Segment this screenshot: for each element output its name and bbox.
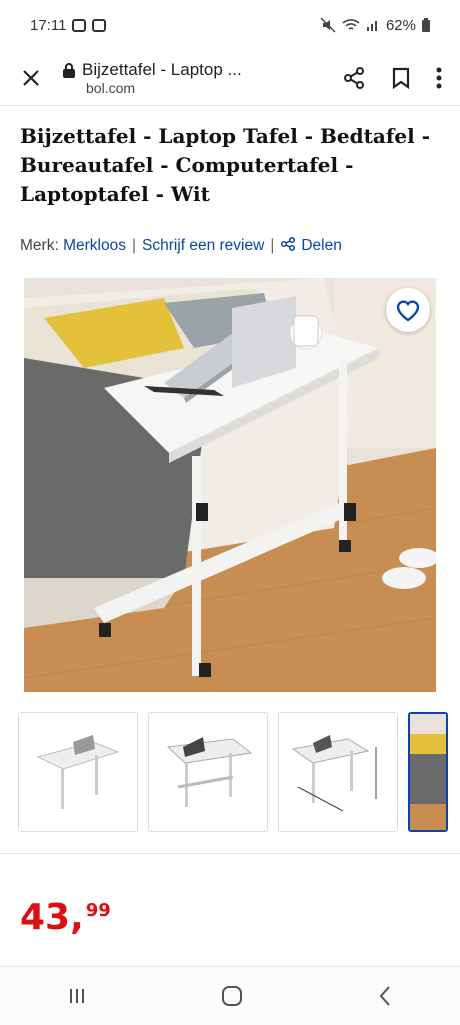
thumbnail-selected[interactable] bbox=[408, 712, 448, 832]
heart-icon bbox=[396, 300, 420, 322]
product-meta: Merk: Merkloos | Schrijf een review | Delen bbox=[20, 236, 342, 255]
lock-icon bbox=[63, 62, 75, 78]
close-tab-button[interactable] bbox=[0, 64, 62, 92]
share-link[interactable]: Delen bbox=[280, 236, 342, 254]
separator: | bbox=[270, 237, 275, 254]
thumbnail-table-icon bbox=[36, 735, 120, 809]
thumbnail-dimensions-icon bbox=[291, 735, 377, 812]
image-thumbnails bbox=[18, 712, 460, 836]
price-euros: 43, bbox=[20, 897, 84, 938]
mute-icon bbox=[320, 17, 336, 33]
thumbnail-photo-icon bbox=[410, 714, 446, 830]
signal-icon bbox=[366, 21, 377, 31]
battery-icon bbox=[422, 18, 430, 32]
thumbnail[interactable] bbox=[148, 712, 268, 832]
product-image[interactable] bbox=[24, 278, 436, 692]
wishlist-button[interactable] bbox=[386, 288, 430, 332]
status-bar: 17:11 62% bbox=[0, 0, 460, 50]
brand-label: Merk: bbox=[20, 237, 59, 254]
price-cents: 99 bbox=[85, 900, 111, 921]
share-icon bbox=[281, 236, 296, 252]
notification-icon bbox=[92, 18, 107, 32]
bookmark-icon[interactable] bbox=[392, 67, 410, 89]
review-link[interactable]: Schrijf een review bbox=[142, 237, 264, 254]
gallery-icon bbox=[72, 18, 87, 32]
thumbnail[interactable] bbox=[18, 712, 138, 832]
brand-link[interactable]: Merkloos bbox=[63, 237, 126, 254]
system-nav-bar bbox=[0, 966, 460, 1025]
thumbnail[interactable] bbox=[278, 712, 398, 832]
page-title: Bijzettafel - Laptop ... bbox=[82, 59, 242, 79]
recents-icon[interactable] bbox=[67, 986, 87, 1006]
battery-level: 62% bbox=[385, 16, 416, 34]
url-field[interactable]: Bijzettafel - Laptop ... bol.com bbox=[62, 60, 342, 96]
page-domain: bol.com bbox=[86, 79, 136, 96]
thumbnail-table-icon bbox=[166, 737, 253, 807]
browser-toolbar: Bijzettafel - Laptop ... bol.com bbox=[0, 50, 460, 106]
product-title: Bijzettafel - Laptop Tafel - Bedtafel - … bbox=[20, 124, 431, 206]
home-icon[interactable] bbox=[221, 985, 243, 1007]
product-photo bbox=[24, 278, 436, 692]
more-vertical-icon[interactable] bbox=[436, 67, 442, 89]
back-icon[interactable] bbox=[377, 985, 393, 1007]
separator: | bbox=[131, 237, 136, 254]
clock: 17:11 bbox=[30, 16, 67, 34]
divider bbox=[0, 853, 460, 854]
share-label: Delen bbox=[301, 237, 342, 254]
product-price: 43, 99 bbox=[20, 900, 111, 936]
share-icon[interactable] bbox=[342, 66, 366, 90]
wifi-icon bbox=[342, 19, 360, 30]
close-icon bbox=[23, 69, 39, 86]
